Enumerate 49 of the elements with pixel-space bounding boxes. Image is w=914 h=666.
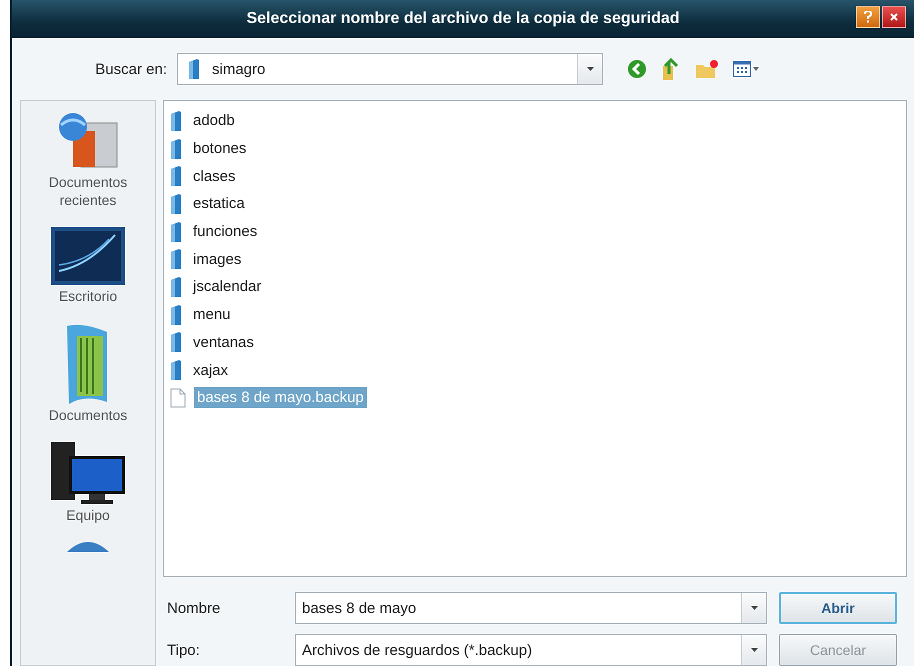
- close-icon: [890, 13, 898, 21]
- folder-icon: [170, 166, 182, 186]
- places-item[interactable]: Escritorio: [28, 223, 148, 312]
- folder-item[interactable]: images: [190, 248, 244, 270]
- folder-icon: [170, 304, 182, 325]
- folder-item[interactable]: funciones: [190, 221, 260, 242]
- help-icon: [864, 11, 872, 23]
- folder-item[interactable]: jscalendar: [190, 276, 264, 298]
- grid-view-icon: [733, 61, 751, 77]
- help-button[interactable]: [856, 6, 880, 28]
- monitor-icon: [49, 225, 127, 288]
- up-folder-icon[interactable]: [661, 58, 681, 80]
- folder-icon: [170, 276, 182, 297]
- location-text: simagro: [212, 60, 266, 78]
- folder-icon: [188, 59, 200, 79]
- folder-item[interactable]: clases: [190, 166, 239, 187]
- folder-icon: [170, 110, 182, 131]
- caret-icon: [750, 606, 758, 610]
- folder-icon: [170, 249, 182, 270]
- field-label: Nombre: [166, 600, 222, 616]
- folder-item[interactable]: ventanas: [190, 332, 257, 353]
- places-item[interactable]: Equipo: [28, 438, 148, 530]
- caret-icon: [750, 648, 758, 652]
- places-item[interactable]: Documentos recientes: [28, 109, 148, 216]
- folder-icon: [170, 138, 182, 159]
- folder-icon: [170, 332, 182, 352]
- folder-item[interactable]: adodb: [190, 110, 238, 132]
- view-menu-button[interactable]: [733, 61, 759, 77]
- folder-item[interactable]: botones: [190, 138, 250, 160]
- folder-item[interactable]: estatica: [190, 193, 248, 214]
- folder-item[interactable]: menu: [190, 304, 234, 326]
- location-dropdown[interactable]: simagro: [177, 53, 603, 85]
- window-title: Seleccionar nombre del archivo de la copia de seguridad: [245, 10, 681, 28]
- new-folder-icon[interactable]: [695, 59, 719, 79]
- open-button[interactable]: Abrir: [779, 592, 897, 624]
- folder-icon: [170, 194, 182, 214]
- places-item[interactable]: Documentos: [28, 320, 148, 430]
- field-label: Tipo:: [166, 642, 201, 658]
- caret-icon: [753, 67, 759, 71]
- folder-item[interactable]: xajax: [190, 360, 232, 381]
- folder-icon: [170, 360, 182, 380]
- close-button[interactable]: [882, 6, 906, 28]
- folder-icon: [170, 222, 182, 242]
- file-type-combo[interactable]: Archivos de resguardos (*.backup): [295, 634, 767, 666]
- file-icon: [170, 388, 186, 408]
- caret-icon: [586, 67, 594, 71]
- look-in-label: Buscar en:: [94, 60, 168, 78]
- file-name-combo[interactable]: bases 8 de mayo: [295, 592, 767, 624]
- computer-icon: [49, 440, 127, 506]
